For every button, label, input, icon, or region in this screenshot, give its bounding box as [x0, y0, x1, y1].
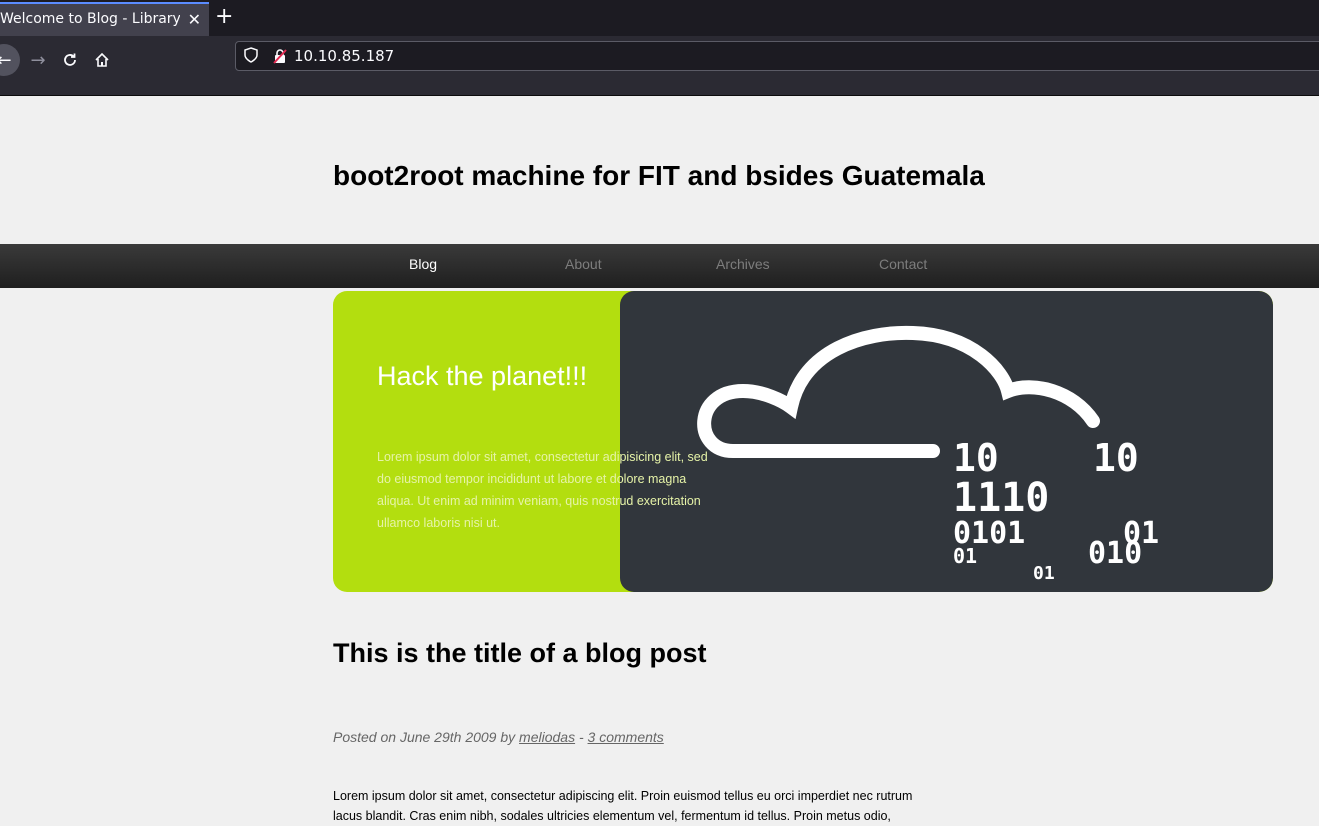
back-arrow-icon[interactable]: ← — [0, 44, 20, 76]
shield-icon[interactable] — [244, 47, 258, 63]
tab-title: Welcome to Blog - Library M — [0, 11, 180, 27]
browser-toolbar: ← → 10.10.85.187 — [0, 36, 1319, 96]
hero-text: Lorem ipsum dolor sit amet, consectetur … — [377, 450, 708, 530]
binary-digits: 01 — [1033, 563, 1055, 581]
browser-tab[interactable]: Welcome to Blog - Library M ✕ — [0, 2, 209, 36]
forward-arrow-icon[interactable]: → — [22, 44, 54, 76]
home-icon[interactable] — [86, 44, 118, 76]
post-body: Lorem ipsum dolor sit amet, consectetur … — [333, 789, 913, 823]
comments-link[interactable]: 3 comments — [588, 729, 664, 745]
post-meta-prefix: Posted on June 29th 2009 by — [333, 729, 516, 745]
binary-digits: 01 — [953, 544, 977, 568]
binary-digits: 10 — [953, 436, 999, 480]
menu-item-about[interactable]: About — [565, 256, 602, 272]
menu-item-contact[interactable]: Contact — [879, 256, 927, 272]
menu-item-archives[interactable]: Archives — [716, 256, 770, 272]
menu-item-blog[interactable]: Blog — [409, 256, 437, 272]
main-menu: Blog About Archives Contact — [0, 244, 1319, 288]
tab-close-icon[interactable]: ✕ — [188, 10, 201, 29]
meta-separator: - — [578, 729, 584, 745]
browser-tab-bar: Welcome to Blog - Library M ✕ + — [0, 0, 1319, 36]
post-title: This is the title of a blog post — [333, 638, 707, 668]
author-link[interactable]: meliodas — [519, 729, 575, 745]
site-title: boot2root machine for FIT and bsides Gua… — [333, 160, 985, 191]
insecure-lock-icon[interactable] — [272, 48, 288, 64]
hero-banner: Hack the planet!!! Lorem ipsum dolor sit… — [333, 291, 1273, 592]
reload-icon[interactable] — [54, 44, 86, 76]
cloud-binary-icon: 10 10 1110 0101 01 01 010 01 — [697, 325, 1159, 581]
binary-digits: 1110 — [953, 475, 1049, 521]
url-text: 10.10.85.187 — [294, 47, 395, 65]
binary-digits: 010 — [1088, 536, 1142, 571]
new-tab-button[interactable]: + — [215, 4, 233, 29]
post-meta: Posted on June 29th 2009 by meliodas - 3… — [333, 729, 664, 745]
address-bar[interactable]: 10.10.85.187 — [235, 41, 1319, 71]
binary-digits: 10 — [1093, 436, 1139, 480]
hero-title: Hack the planet!!! — [377, 361, 588, 391]
